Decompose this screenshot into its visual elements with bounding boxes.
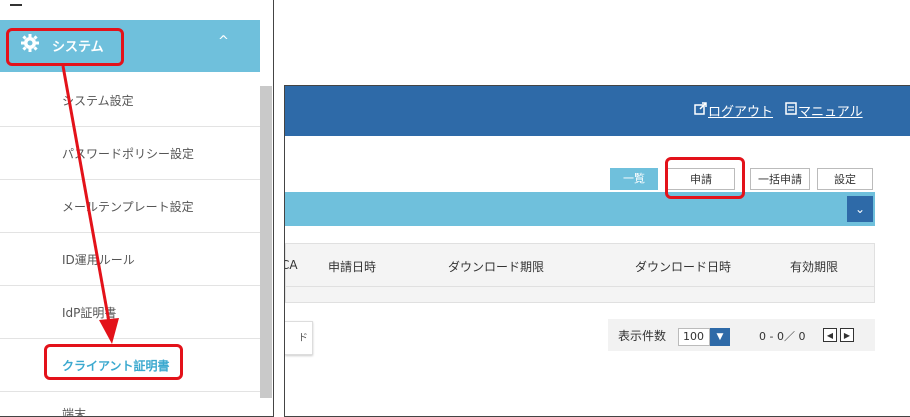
red-arrow-annotation <box>61 65 119 344</box>
